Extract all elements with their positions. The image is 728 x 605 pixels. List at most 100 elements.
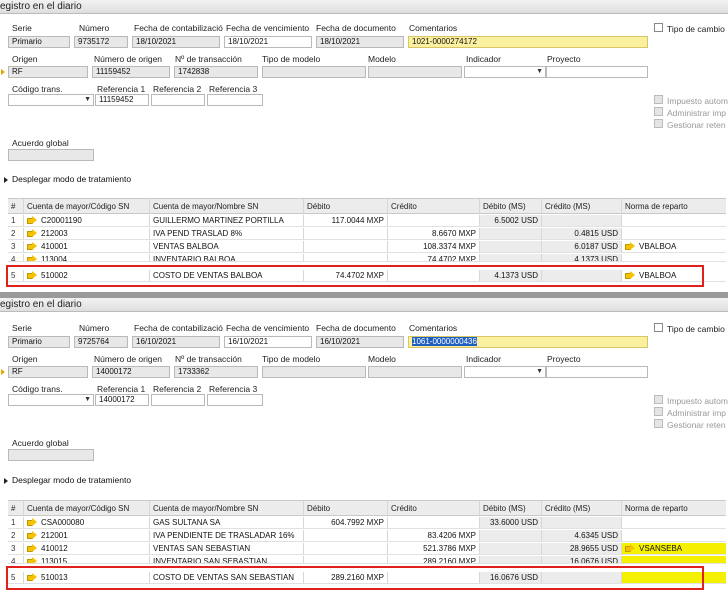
- modelo-field[interactable]: [368, 366, 462, 378]
- debito-cell[interactable]: 74.4702 MXP: [304, 270, 388, 281]
- link-arrow-icon[interactable]: [27, 216, 37, 224]
- serie-field[interactable]: Primario: [8, 36, 70, 48]
- link-arrow-icon[interactable]: [27, 229, 37, 237]
- link-arrow-icon[interactable]: [27, 518, 37, 526]
- link-arrow-icon[interactable]: [27, 544, 37, 552]
- credito-cell[interactable]: 8.6670 MXP: [388, 228, 480, 239]
- table-row[interactable]: 2 212001 IVA PENDIENTE DE TRASLADAR 16% …: [8, 530, 726, 542]
- table-row[interactable]: 1 CSA000080 GAS SULTANA SA 604.7992 MXP …: [8, 517, 726, 529]
- desplegar-expander[interactable]: Desplegar modo de tratamiento: [4, 475, 131, 485]
- credito-cell[interactable]: 289.2160 MXP: [388, 556, 480, 563]
- table-row[interactable]: 5 510002 COSTO DE VENTAS BALBOA 74.4702 …: [8, 270, 726, 282]
- link-arrow-icon[interactable]: [27, 531, 37, 539]
- link-arrow-icon[interactable]: [27, 271, 37, 279]
- administrar-checkbox[interactable]: [654, 407, 663, 416]
- account-code[interactable]: 212001: [24, 530, 150, 541]
- referencia-1-field[interactable]: 14000172: [95, 394, 149, 406]
- gestionar-checkbox[interactable]: [654, 119, 663, 128]
- norma-cell[interactable]: [622, 530, 726, 541]
- impuesto-checkbox[interactable]: [654, 95, 663, 104]
- table-row[interactable]: 4 113004 INVENTARIO BALBOA 74.4702 MXP 4…: [8, 254, 726, 262]
- numero-origen-field[interactable]: 14000172: [92, 366, 170, 378]
- origen-field[interactable]: RF: [8, 66, 88, 78]
- link-arrow-icon[interactable]: [625, 544, 635, 552]
- norma-cell[interactable]: VSANSEBA: [622, 543, 726, 554]
- norma-cell[interactable]: [622, 215, 726, 226]
- credito-cell[interactable]: 108.3374 MXP: [388, 241, 480, 252]
- referencia-3-field[interactable]: [207, 394, 263, 406]
- account-code[interactable]: 410001: [24, 241, 150, 252]
- fecha-contabilizacion-field[interactable]: 18/10/2021: [132, 36, 220, 48]
- debito-cell[interactable]: [304, 543, 388, 554]
- table-row[interactable]: 3 410001 VENTAS BALBOA 108.3374 MXP 6.01…: [8, 241, 726, 253]
- administrar-checkbox[interactable]: [654, 107, 663, 116]
- origen-field[interactable]: RF: [8, 366, 88, 378]
- indicador-select[interactable]: ▼: [464, 366, 546, 378]
- credito-cell[interactable]: [388, 215, 480, 226]
- fecha-documento-field[interactable]: 16/10/2021: [316, 336, 404, 348]
- fecha-vencimiento-field[interactable]: 16/10/2021: [224, 336, 312, 348]
- serie-field[interactable]: Primario: [8, 336, 70, 348]
- credito-cell[interactable]: 74.4702 MXP: [388, 254, 480, 261]
- link-arrow-icon[interactable]: [27, 573, 37, 581]
- acuerdo-global-field[interactable]: [8, 149, 94, 161]
- account-code[interactable]: 510013: [24, 572, 150, 583]
- debito-cell[interactable]: [304, 241, 388, 252]
- codigo-trans-select[interactable]: ▼: [8, 94, 94, 106]
- link-arrow-icon[interactable]: [27, 255, 37, 261]
- referencia-2-field[interactable]: [151, 394, 205, 406]
- indicador-select[interactable]: ▼: [464, 66, 546, 78]
- credito-cell[interactable]: 521.3786 MXP: [388, 543, 480, 554]
- debito-cell[interactable]: [304, 254, 388, 261]
- codigo-trans-select[interactable]: ▼: [8, 394, 94, 406]
- referencia-3-field[interactable]: [207, 94, 263, 106]
- comentarios-field[interactable]: 1021-0000274172: [408, 36, 648, 48]
- comentarios-field[interactable]: 1061-0000000436: [408, 336, 648, 348]
- impuesto-checkbox[interactable]: [654, 395, 663, 404]
- fecha-documento-field[interactable]: 18/10/2021: [316, 36, 404, 48]
- debito-cell[interactable]: 117.0044 MXP: [304, 215, 388, 226]
- norma-cell[interactable]: VBALBOA: [622, 270, 726, 281]
- tipo-modelo-field[interactable]: [262, 66, 366, 78]
- num-transaccion-field[interactable]: 1742838: [174, 66, 258, 78]
- table-row[interactable]: 3 410012 VENTAS SAN SEBASTIAN 521.3786 M…: [8, 543, 726, 555]
- numero-origen-field[interactable]: 11159452: [92, 66, 170, 78]
- numero-field[interactable]: 9725764: [74, 336, 128, 348]
- debito-cell[interactable]: [304, 228, 388, 239]
- table-row[interactable]: 4 113015 INVENTARIO SAN SEBASTIAN 289.21…: [8, 556, 726, 564]
- tipo-cambio-checkbox[interactable]: [654, 323, 663, 332]
- fecha-vencimiento-field[interactable]: 18/10/2021: [224, 36, 312, 48]
- norma-cell[interactable]: VBALBOA: [622, 241, 726, 252]
- gestionar-checkbox[interactable]: [654, 419, 663, 428]
- link-arrow-icon[interactable]: [625, 242, 635, 250]
- debito-cell[interactable]: [304, 556, 388, 563]
- account-code[interactable]: 212003: [24, 228, 150, 239]
- account-code[interactable]: C20001190: [24, 215, 150, 226]
- fecha-contabilizacion-field[interactable]: 16/10/2021: [132, 336, 220, 348]
- norma-cell[interactable]: [622, 228, 726, 239]
- account-code[interactable]: 113004: [24, 254, 150, 261]
- proyecto-field[interactable]: [546, 66, 648, 78]
- acuerdo-global-field[interactable]: [8, 449, 94, 461]
- table-row[interactable]: 5 510013 COSTO DE VENTAS SAN SEBASTIAN 2…: [8, 572, 726, 584]
- norma-cell[interactable]: [622, 254, 726, 261]
- table-row[interactable]: 1 C20001190 GUILLERMO MARTINEZ PORTILLA …: [8, 215, 726, 227]
- account-code[interactable]: 113015: [24, 556, 150, 563]
- norma-cell[interactable]: [622, 572, 726, 583]
- referencia-2-field[interactable]: [151, 94, 205, 106]
- credito-cell[interactable]: [388, 572, 480, 583]
- account-code[interactable]: 510002: [24, 270, 150, 281]
- tipo-cambio-checkbox[interactable]: [654, 23, 663, 32]
- norma-cell[interactable]: [622, 517, 726, 528]
- debito-cell[interactable]: 604.7992 MXP: [304, 517, 388, 528]
- link-arrow-icon[interactable]: [27, 557, 37, 563]
- proyecto-field[interactable]: [546, 366, 648, 378]
- num-transaccion-field[interactable]: 1733362: [174, 366, 258, 378]
- link-arrow-icon[interactable]: [625, 271, 635, 279]
- account-code[interactable]: CSA000080: [24, 517, 150, 528]
- numero-field[interactable]: 9735172: [74, 36, 128, 48]
- debito-cell[interactable]: [304, 530, 388, 541]
- credito-cell[interactable]: 83.4206 MXP: [388, 530, 480, 541]
- desplegar-expander[interactable]: Desplegar modo de tratamiento: [4, 174, 131, 184]
- norma-cell[interactable]: [622, 556, 726, 563]
